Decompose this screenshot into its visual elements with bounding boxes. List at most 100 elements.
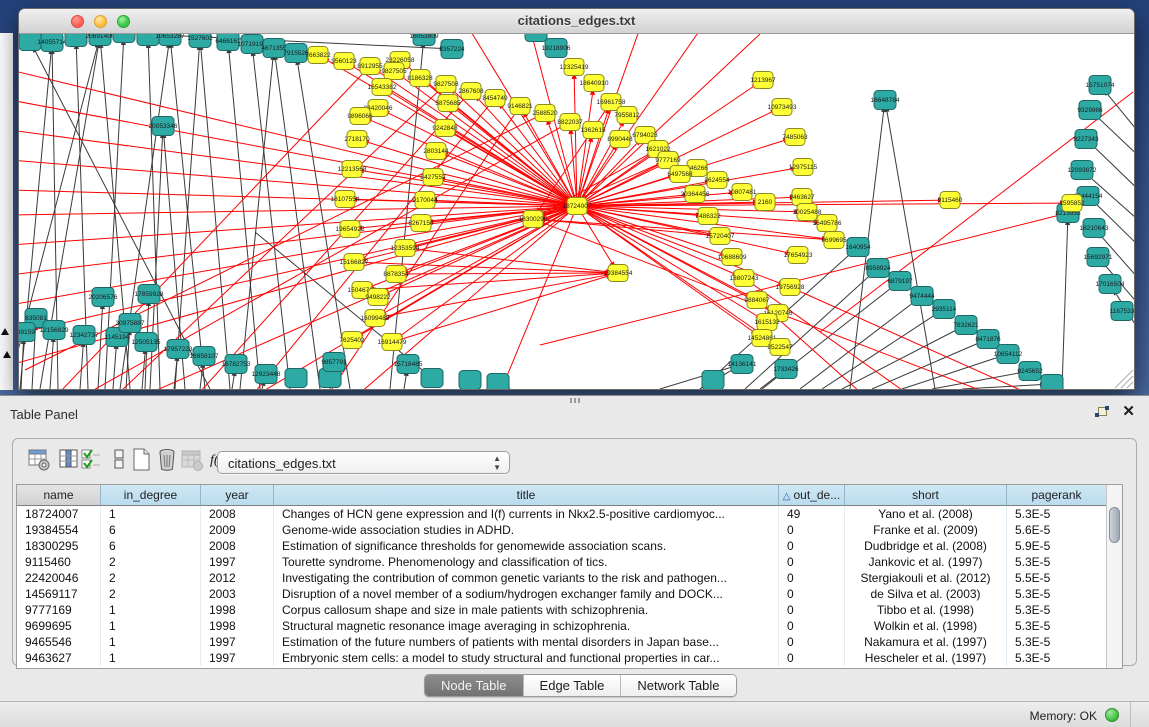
table-cell[interactable]: 0 [779,522,845,538]
float-window-icon[interactable] [1095,407,1109,420]
panel-resize-grip[interactable] [570,398,580,403]
close-icon[interactable]: ✕ [1122,404,1135,420]
table-cell[interactable]: 1997 [201,554,274,570]
table-cell[interactable]: 5.3E-5 [1007,602,1107,618]
graph-node[interactable] [1041,375,1063,394]
table-cell[interactable]: Estimation of significance thresholds fo… [274,538,779,554]
table-cell[interactable]: Investigating the contribution of common… [274,570,779,586]
delete-table-icon[interactable] [179,447,203,473]
table-cell[interactable]: 2 [101,570,201,586]
table-cell[interactable]: 1 [101,506,201,522]
table-cell[interactable]: Hescheler et al. (1997) [845,650,1007,666]
table-cell[interactable]: 1998 [201,602,274,618]
table-row[interactable]: 1830029562008Estimation of significance … [17,538,1107,554]
table-cell[interactable]: Yano et al. (2008) [845,506,1007,522]
graph-node[interactable] [487,374,509,393]
table-cell[interactable]: 1 [101,650,201,666]
graph-node[interactable] [421,369,443,388]
table-row[interactable]: 2242004622012Investigating the contribut… [17,570,1107,586]
table-cell[interactable]: 19384554 [17,522,101,538]
table-row[interactable]: 1938455462009Genome-wide association stu… [17,522,1107,538]
table-cell[interactable]: 2012 [201,570,274,586]
show-columns-icon[interactable] [57,447,81,473]
table-cell[interactable]: 9463627 [17,650,101,666]
table-row[interactable]: 977716911998Corpus callosum shape and si… [17,602,1107,618]
table-cell[interactable]: 18300295 [17,538,101,554]
split-view-icon[interactable] [107,447,131,473]
table-cell[interactable]: 0 [779,650,845,666]
table-cell[interactable]: Stergiakouli et al. (2012) [845,570,1007,586]
table-cell[interactable]: Structural magnetic resonance image aver… [274,618,779,634]
tab-node-table[interactable]: Node Table [425,675,524,697]
scrollbar-thumb[interactable] [1109,507,1120,543]
table-cell[interactable]: Wolkin et al. (1998) [845,618,1007,634]
table-row[interactable]: 911546021997Tourette syndrome. Phenomeno… [17,554,1107,570]
table-cell[interactable]: 5.3E-5 [1007,634,1107,650]
vertical-scrollbar[interactable] [1106,485,1122,668]
table-cell[interactable]: Changes of HCN gene expression and I(f) … [274,506,779,522]
table-cell[interactable]: 5.3E-5 [1007,554,1107,570]
graph-node[interactable] [285,369,307,388]
table-cell[interactable]: 5.3E-5 [1007,650,1107,666]
column-header-year[interactable]: year [201,485,274,506]
table-cell[interactable]: 0 [779,538,845,554]
table-cell[interactable]: 1997 [201,634,274,650]
new-column-icon[interactable] [129,447,153,473]
tab-edge-table[interactable]: Edge Table [524,675,622,697]
table-cell[interactable]: 1997 [201,650,274,666]
table-cell[interactable]: 2 [101,586,201,602]
table-cell[interactable]: de Silva et al. (2003) [845,586,1007,602]
graph-node[interactable] [65,28,87,47]
table-selector-dropdown[interactable]: citations_edges.txt ▲▼ [217,451,510,474]
table-cell[interactable]: 1 [101,618,201,634]
memory-ok-indicator[interactable] [1105,708,1119,722]
column-header-out-de-[interactable]: △out_de... [779,485,845,506]
graph-node[interactable] [113,24,135,43]
table-cell[interactable]: 0 [779,634,845,650]
column-header-title[interactable]: title [274,485,779,506]
table-cell[interactable]: 5.5E-5 [1007,570,1107,586]
table-cell[interactable]: 1 [101,634,201,650]
table-cell[interactable]: Corpus callosum shape and size in male p… [274,602,779,618]
table-cell[interactable]: Genome-wide association studies in ADHD. [274,522,779,538]
graph-node[interactable] [702,371,724,390]
table-row[interactable]: 946362711997Embryonic stem cells: a mode… [17,650,1107,666]
column-header-pagerank[interactable]: pagerank [1007,485,1107,506]
table-cell[interactable]: 22420046 [17,570,101,586]
table-cell[interactable]: 5.3E-5 [1007,618,1107,634]
table-cell[interactable]: 14569117 [17,586,101,602]
table-row[interactable]: 969969511998Structural magnetic resonanc… [17,618,1107,634]
table-cell[interactable]: 9699695 [17,618,101,634]
table-cell[interactable]: 2003 [201,586,274,602]
table-cell[interactable]: Embryonic stem cells: a model to study s… [274,650,779,666]
table-cell[interactable]: 5.3E-5 [1007,506,1107,522]
table-cell[interactable]: Tourette syndrome. Phenomenology and cla… [274,554,779,570]
table-cell[interactable]: 6 [101,538,201,554]
table-cell[interactable]: 0 [779,618,845,634]
table-cell[interactable]: 9777169 [17,602,101,618]
table-cell[interactable]: 9465546 [17,634,101,650]
table-row[interactable]: 1456911722003Disruption of a novel membe… [17,586,1107,602]
network-canvas[interactable]: 1405571420691406106532871527602646616110… [0,0,1149,395]
table-cell[interactable]: Estimation of the future numbers of pati… [274,634,779,650]
column-header-in-degree[interactable]: in_degree [101,485,201,506]
graph-node[interactable] [459,371,481,390]
table-cell[interactable]: 0 [779,554,845,570]
table-cell[interactable]: 49 [779,506,845,522]
table-cell[interactable]: Franke et al. (2009) [845,522,1007,538]
table-cell[interactable]: 1 [101,602,201,618]
graph-node[interactable] [525,23,547,42]
table-cell[interactable]: Disruption of a novel member of a sodium… [274,586,779,602]
table-cell[interactable]: 5.3E-5 [1007,586,1107,602]
table-mode-icon[interactable] [27,447,51,473]
table-cell[interactable]: Dudbridge et al. (2008) [845,538,1007,554]
table-cell[interactable]: Tibbo et al. (1998) [845,602,1007,618]
column-header-name[interactable]: name [17,485,101,506]
select-columns-icon[interactable] [79,447,103,473]
table-row[interactable]: 946554611997Estimation of the future num… [17,634,1107,650]
table-cell[interactable]: Jankovic et al. (1997) [845,554,1007,570]
table-cell[interactable]: 5.9E-5 [1007,538,1107,554]
table-cell[interactable]: 0 [779,570,845,586]
table-cell[interactable]: 0 [779,586,845,602]
table-cell[interactable]: 2009 [201,522,274,538]
